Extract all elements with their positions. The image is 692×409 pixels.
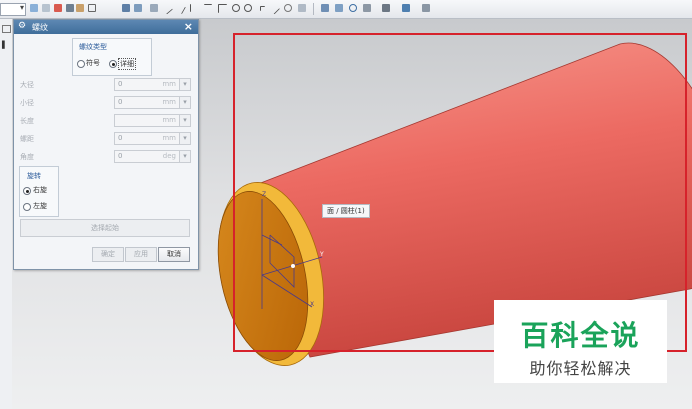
- thread-type-label: 螺纹类型: [79, 43, 107, 51]
- minor-diameter-label: 小径: [20, 99, 34, 107]
- thread-dialog: ⚙ 螺纹 × 螺纹类型 符号 详细 大径 0 mm ▾ 小径 0 mm ▾ 长度…: [13, 19, 199, 270]
- arrow-icon[interactable]: [66, 4, 74, 12]
- main-toolbar: [0, 0, 692, 19]
- rotation-group: 旋转 右旋 左旋: [19, 166, 59, 217]
- selection-filter-dropdown[interactable]: [0, 3, 26, 16]
- radio-detailed-label[interactable]: 详细: [118, 58, 136, 70]
- select-icon[interactable]: [42, 4, 50, 12]
- watermark-subtitle: 助你轻松解决: [529, 359, 632, 378]
- block-icon[interactable]: [134, 4, 142, 12]
- refresh-icon[interactable]: [349, 4, 357, 12]
- angle-label: 角度: [20, 153, 34, 161]
- major-diameter-unit: mm: [162, 80, 176, 88]
- radio-detailed[interactable]: [109, 60, 117, 68]
- pitch-field[interactable]: 0 mm: [114, 132, 180, 145]
- hand-icon[interactable]: [76, 4, 84, 12]
- view-icon[interactable]: [422, 4, 430, 12]
- plus-icon[interactable]: [260, 6, 265, 11]
- close-icon[interactable]: ×: [184, 20, 193, 33]
- minor-diameter-value: 0: [118, 98, 123, 106]
- radio-left-hand[interactable]: [23, 203, 31, 211]
- part-navigator-icon[interactable]: ▌: [2, 41, 9, 49]
- length-dropdown[interactable]: ▾: [179, 114, 191, 127]
- paint-icon[interactable]: [382, 4, 390, 12]
- angle-unit: deg: [162, 152, 176, 160]
- solid-icon[interactable]: [122, 4, 130, 12]
- pitch-unit: mm: [162, 134, 176, 142]
- watermark-logo: 百科全说 助你轻松解决: [494, 300, 667, 383]
- rotate-icon[interactable]: [284, 4, 292, 12]
- branch-icon[interactable]: [218, 4, 227, 13]
- snap-icon[interactable]: [30, 4, 38, 12]
- spline-icon[interactable]: [190, 4, 199, 12]
- axis-label-y: Y: [320, 251, 324, 258]
- line-icon[interactable]: [161, 2, 173, 15]
- pitch-label: 螺距: [20, 135, 34, 143]
- major-diameter-dropdown[interactable]: ▾: [179, 78, 191, 91]
- diagonal-icon[interactable]: [267, 2, 281, 15]
- thread-type-group: 螺纹类型 符号 详细: [72, 38, 152, 76]
- dialog-titlebar[interactable]: ⚙ 螺纹 ×: [14, 20, 198, 34]
- panel-icon[interactable]: [2, 25, 11, 33]
- curve-icon[interactable]: [150, 4, 158, 12]
- axis-label-x: X: [310, 301, 315, 308]
- target-icon[interactable]: [244, 4, 252, 12]
- box-select-icon[interactable]: [88, 4, 96, 12]
- ok-button[interactable]: 确定: [92, 247, 124, 262]
- length-unit: mm: [162, 116, 176, 124]
- table-icon[interactable]: [363, 4, 371, 12]
- copy-icon[interactable]: [298, 4, 306, 12]
- watermark-title: 百科全说: [520, 319, 641, 352]
- angle-dropdown[interactable]: ▾: [179, 150, 191, 163]
- circle-icon[interactable]: [232, 4, 240, 12]
- axis-label-z: Z: [262, 191, 267, 198]
- angle-value: 0: [118, 152, 123, 160]
- radio-right-hand-label[interactable]: 右旋: [33, 185, 47, 195]
- slope-icon[interactable]: [174, 2, 186, 15]
- layer-icon[interactable]: [335, 4, 343, 12]
- toolbar-separator: [313, 3, 314, 15]
- radio-left-hand-label[interactable]: 左旋: [33, 201, 47, 211]
- apply-button[interactable]: 应用: [125, 247, 157, 262]
- pitch-dropdown[interactable]: ▾: [179, 132, 191, 145]
- major-diameter-label: 大径: [20, 81, 34, 89]
- minor-diameter-dropdown[interactable]: ▾: [179, 96, 191, 109]
- selection-tooltip: 面 / 圆柱(1): [322, 204, 370, 218]
- major-diameter-field[interactable]: 0 mm: [114, 78, 180, 91]
- angle-field[interactable]: 0 deg: [114, 150, 180, 163]
- minor-diameter-unit: mm: [162, 98, 176, 106]
- rotation-label: 旋转: [27, 172, 41, 180]
- radio-symbolic-label[interactable]: 符号: [86, 58, 100, 68]
- pitch-value: 0: [118, 134, 123, 142]
- filter-icon[interactable]: [54, 4, 62, 12]
- major-diameter-value: 0: [118, 80, 123, 88]
- gear-icon: ⚙: [18, 21, 27, 31]
- radio-right-hand[interactable]: [23, 187, 31, 195]
- length-label: 长度: [20, 117, 34, 125]
- sheet-icon[interactable]: [321, 4, 329, 12]
- radio-symbolic[interactable]: [77, 60, 85, 68]
- cancel-button[interactable]: 取消: [158, 247, 190, 262]
- select-start-button[interactable]: 选择起始: [20, 219, 190, 237]
- minor-diameter-field[interactable]: 0 mm: [114, 96, 180, 109]
- dialog-title: 螺纹: [32, 23, 48, 32]
- length-field[interactable]: mm: [114, 114, 180, 127]
- cube-icon[interactable]: [402, 4, 410, 12]
- wave-icon[interactable]: [204, 4, 212, 13]
